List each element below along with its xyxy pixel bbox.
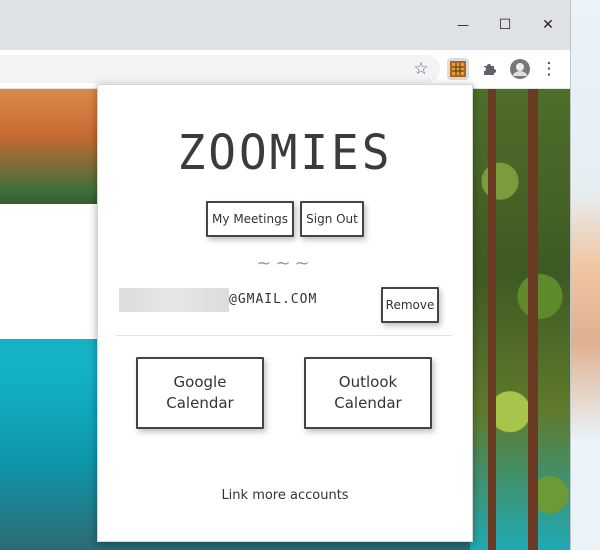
email-redacted — [119, 288, 229, 312]
star-icon: ☆ — [413, 59, 429, 79]
outlook-calendar-button[interactable]: Outlook Calendar — [304, 357, 432, 429]
zoomies-popup: ZOOMIES My Meetings Sign Out ~~~ @GMAIL.… — [97, 84, 473, 542]
puzzle-icon — [484, 64, 496, 75]
close-icon: ✕ — [542, 17, 554, 33]
maximize-button[interactable]: ☐ — [492, 12, 518, 38]
sign-out-button[interactable]: Sign Out — [300, 201, 364, 237]
close-button[interactable]: ✕ — [535, 12, 561, 38]
profile-button[interactable] — [509, 58, 531, 80]
grid-icon — [450, 61, 466, 77]
my-meetings-button[interactable]: My Meetings — [206, 201, 294, 237]
tree-trunk — [528, 89, 538, 550]
separator: ~~~ — [256, 253, 314, 274]
tree-trunk — [488, 89, 496, 550]
link-more-accounts[interactable]: Link more accounts — [98, 488, 472, 503]
app-logo: ZOOMIES — [177, 123, 393, 181]
title-bar: — ☐ ✕ — [0, 0, 570, 50]
minimize-icon: — — [457, 18, 469, 32]
zoomies-extension-button[interactable] — [447, 58, 469, 80]
avatar-icon — [510, 59, 530, 79]
browser-menu-button[interactable]: ⋮ — [538, 58, 560, 80]
page-white-panel — [0, 204, 98, 339]
extensions-button[interactable] — [478, 58, 500, 80]
forest-photo — [470, 89, 570, 550]
address-bar[interactable] — [0, 55, 440, 83]
bookmark-star-button[interactable]: ☆ — [410, 58, 432, 80]
minimize-button[interactable]: — — [450, 12, 476, 38]
divider — [116, 335, 452, 336]
maximize-icon: ☐ — [498, 17, 512, 33]
remove-account-button[interactable]: Remove — [381, 287, 439, 323]
kebab-menu-icon: ⋮ — [540, 59, 558, 79]
account-email-domain: @GMAIL.COM — [229, 292, 318, 307]
desktop-background — [570, 0, 600, 550]
google-calendar-button[interactable]: Google Calendar — [136, 357, 264, 429]
